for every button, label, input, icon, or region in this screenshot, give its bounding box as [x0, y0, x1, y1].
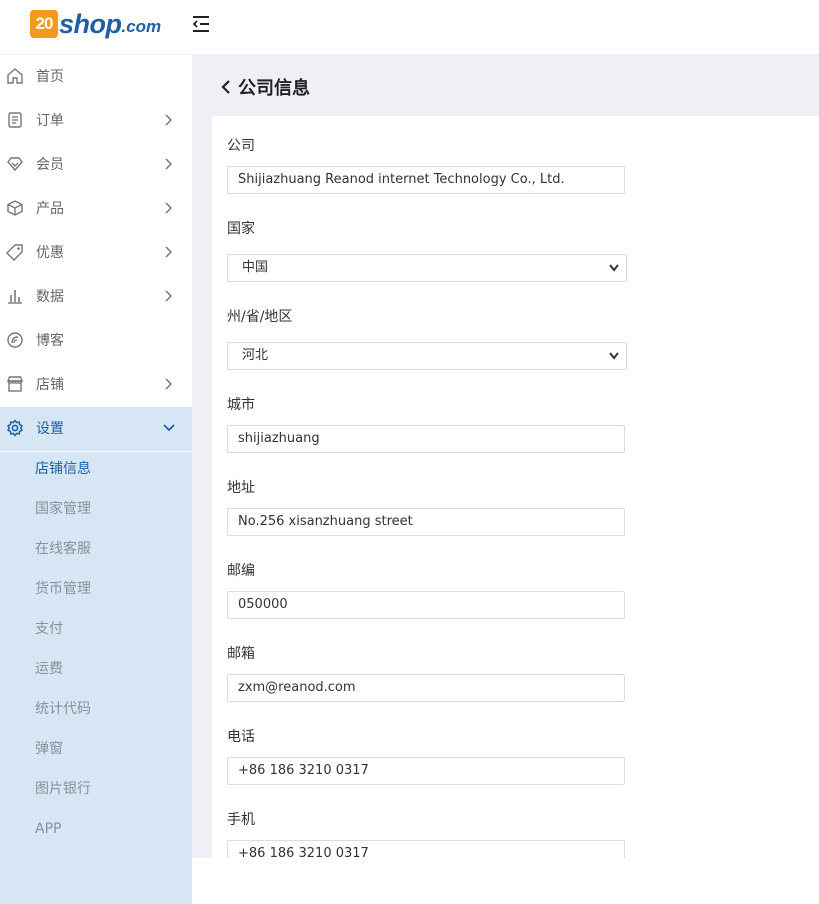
province-select-value: 河北 [242, 348, 269, 363]
sidebar-item-members[interactable]: 会员 [0, 143, 192, 187]
settings-submenu: 店铺信息 国家管理 在线客服 货币管理 支付 运费 统计代码 弹窗 图片银行 A… [0, 452, 192, 904]
chevron-down-icon [163, 424, 175, 432]
mobile-field[interactable]: +86 186 3210 0317 [227, 840, 625, 858]
store-icon [6, 376, 24, 392]
chevron-right-icon [165, 246, 173, 258]
sidebar-item-blog[interactable]: 博客 [0, 319, 192, 363]
brand-logo[interactable]: 20 shop .com [30, 6, 161, 42]
tag-icon [6, 244, 23, 261]
zip-label: 邮编 [227, 563, 255, 579]
logo-suffix: .com [121, 17, 162, 36]
sidebar-item-label: 设置 [36, 421, 64, 437]
country-label: 国家 [227, 221, 255, 237]
email-label: 邮箱 [227, 646, 255, 662]
form-panel [212, 116, 819, 858]
phone-label: 电话 [227, 729, 255, 745]
chevron-right-icon [165, 290, 173, 302]
collapse-menu-icon[interactable] [191, 14, 211, 34]
sidebar-item-label: 店铺 [36, 377, 64, 393]
chevron-right-icon [165, 114, 173, 126]
sidebar-item-label: 首页 [36, 69, 64, 85]
chevron-down-icon [609, 352, 619, 360]
address-label: 地址 [227, 480, 255, 496]
chevron-down-icon [609, 264, 619, 272]
product-box-icon [7, 200, 23, 216]
sidebar-item-settings[interactable]: 设置 [0, 407, 192, 451]
member-icon [7, 157, 23, 172]
submenu-item-store-info[interactable]: 店铺信息 [35, 459, 91, 479]
gear-icon [7, 419, 23, 437]
submenu-item-shipping[interactable]: 运费 [35, 659, 63, 679]
sidebar-item-store[interactable]: 店铺 [0, 363, 192, 407]
sidebar: 店铺信息 国家管理 在线客服 货币管理 支付 运费 统计代码 弹窗 图片银行 A… [0, 54, 192, 904]
submenu-item-popup[interactable]: 弹窗 [35, 739, 63, 759]
sidebar-item-label: 博客 [36, 333, 64, 349]
city-label: 城市 [227, 397, 255, 413]
top-bar: 20 shop .com [0, 0, 819, 54]
sidebar-item-label: 产品 [36, 201, 64, 217]
country-select-value: 中国 [242, 260, 269, 275]
bar-chart-icon [8, 290, 22, 304]
city-field[interactable]: shijiazhuang [227, 425, 625, 453]
chevron-left-icon [221, 80, 230, 94]
sidebar-item-label: 订单 [36, 113, 64, 129]
order-icon [8, 112, 22, 128]
back-to-previous[interactable]: 公司信息 [220, 74, 310, 100]
phone-field[interactable]: +86 186 3210 0317 [227, 757, 625, 785]
company-label: 公司 [227, 138, 255, 154]
company-field[interactable]: Shijiazhuang Reanod internet Technology … [227, 166, 625, 194]
mobile-label: 手机 [227, 812, 255, 828]
address-field[interactable]: No.256 xisanzhuang street [227, 508, 625, 536]
zip-field[interactable]: 050000 [227, 591, 625, 619]
sidebar-item-data[interactable]: 数据 [0, 275, 192, 319]
submenu-item-app[interactable]: APP [35, 819, 61, 839]
country-select[interactable]: 中国 [227, 254, 627, 282]
submenu-item-currency[interactable]: 货币管理 [35, 579, 91, 599]
blog-icon [7, 332, 23, 348]
home-icon [7, 68, 23, 84]
submenu-item-country[interactable]: 国家管理 [35, 499, 91, 519]
submenu-item-image-bank[interactable]: 图片银行 [35, 779, 91, 799]
email-field[interactable]: zxm@reanod.com [227, 674, 625, 702]
submenu-item-payment[interactable]: 支付 [35, 619, 63, 639]
page-title: 公司信息 [238, 78, 310, 99]
chevron-right-icon [165, 378, 173, 390]
sidebar-item-home[interactable]: 首页 [0, 55, 192, 99]
province-select[interactable]: 河北 [227, 342, 627, 370]
submenu-item-tracking-code[interactable]: 统计代码 [35, 699, 91, 719]
province-label: 州/省/地区 [227, 309, 293, 325]
sidebar-item-products[interactable]: 产品 [0, 187, 192, 231]
submenu-item-online-service[interactable]: 在线客服 [35, 539, 91, 559]
sidebar-item-orders[interactable]: 订单 [0, 99, 192, 143]
sidebar-item-promotions[interactable]: 优惠 [0, 231, 192, 275]
logo-word: shop [59, 8, 122, 39]
sidebar-item-label: 会员 [36, 157, 64, 173]
sidebar-item-label: 数据 [36, 289, 64, 305]
sidebar-item-label: 优惠 [36, 245, 64, 261]
logo-badge: 20 [30, 10, 58, 38]
chevron-right-icon [165, 158, 173, 170]
chevron-right-icon [165, 202, 173, 214]
